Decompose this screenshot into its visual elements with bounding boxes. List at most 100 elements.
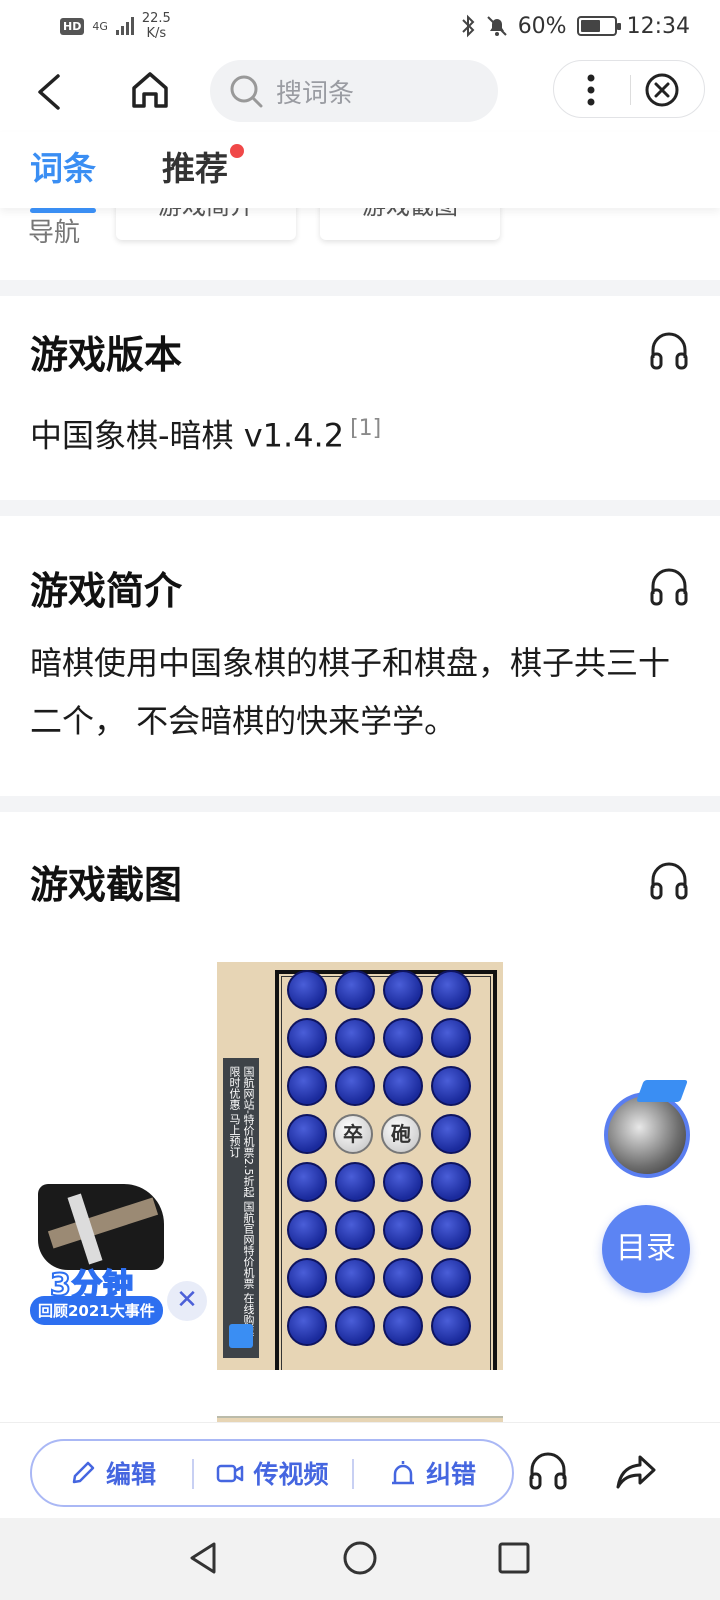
hidden-piece: [287, 1018, 327, 1058]
hidden-piece: [431, 1258, 471, 1298]
hidden-piece: [431, 1306, 471, 1346]
nav-back-icon[interactable]: [184, 1538, 224, 1578]
search-input[interactable]: 搜词条: [210, 60, 498, 122]
network-type: 4G: [92, 19, 108, 33]
upload-video-label: 传视频: [253, 1460, 329, 1489]
edit-label: 编辑: [105, 1460, 156, 1489]
pencil-icon: [72, 1461, 95, 1484]
action-pill: 编辑 传视频 纠错: [30, 1439, 514, 1507]
hidden-piece: [335, 1162, 375, 1202]
version-text-wrap: 中国象棋-暗棋 v1.4.2 [1]: [30, 400, 680, 465]
edit-button[interactable]: 编辑: [32, 1455, 192, 1491]
capsule-divider: [630, 75, 631, 105]
share-icon[interactable]: [614, 1449, 658, 1493]
guide-chip-intro[interactable]: 游戏简介: [116, 208, 296, 240]
home-icon[interactable]: [128, 68, 172, 112]
screenshot-ad-text: 国航网站-特价机票2.5折起 国航官网特价机票 在线购票 限时优惠 马上预订: [228, 1066, 255, 1337]
hidden-piece: [431, 1018, 471, 1058]
version-text: 中国象棋-暗棋 v1.4.2: [30, 416, 345, 455]
bluetooth-icon: [461, 14, 475, 38]
hidden-piece: [431, 1162, 471, 1202]
hidden-piece: [383, 970, 423, 1010]
screenshot-ad-banner: 国航网站-特价机票2.5折起 国航官网特价机票 在线购票 限时优惠 马上预订: [223, 1058, 259, 1358]
hidden-piece: [383, 1018, 423, 1058]
hidden-piece: [287, 1066, 327, 1106]
guide-row: 导航 游戏简介 游戏截图: [0, 208, 720, 280]
hidden-piece: [335, 1306, 375, 1346]
hidden-piece: [383, 1258, 423, 1298]
system-nav-bar: [0, 1518, 720, 1600]
status-right: 60% 12:34: [460, 14, 690, 39]
revealed-piece: 砲: [381, 1114, 421, 1154]
speed-unit: K/s: [146, 26, 167, 41]
headphones-icon[interactable]: [648, 330, 690, 372]
hidden-piece: [287, 1306, 327, 1346]
toc-button[interactable]: 目录: [602, 1205, 690, 1293]
section-title: 游戏版本: [30, 333, 183, 377]
headphones-icon[interactable]: [648, 566, 690, 608]
promo-close-button[interactable]: ✕: [167, 1281, 207, 1321]
back-arrow-icon[interactable]: [28, 70, 72, 114]
clock: 12:34: [626, 13, 690, 39]
headphones-icon[interactable]: [648, 860, 690, 902]
report-error-button[interactable]: 纠错: [352, 1455, 512, 1491]
alarm-icon: [391, 1461, 414, 1485]
tab-bar: 词条 推荐: [0, 132, 720, 213]
hidden-piece: [431, 970, 471, 1010]
speed-value: 22.5: [141, 11, 171, 26]
tab-recommend-label: 推荐: [162, 149, 228, 188]
hidden-piece: [287, 1114, 327, 1154]
promo-float[interactable]: 3分钟 回顾2021大事件: [30, 1184, 170, 1325]
section-gap: [0, 280, 720, 296]
listen-headphones-icon[interactable]: [526, 1449, 570, 1493]
hidden-piece: [287, 970, 327, 1010]
bottom-action-bar: 编辑 传视频 纠错: [0, 1422, 720, 1518]
reference-link[interactable]: [1]: [350, 416, 381, 441]
hidden-piece: [431, 1210, 471, 1250]
network-speed: 22.5 K/s: [142, 11, 171, 41]
close-circle-icon[interactable]: [644, 72, 680, 108]
upload-video-button[interactable]: 传视频: [192, 1455, 352, 1491]
hidden-piece: [335, 970, 375, 1010]
hd-badge: HD: [60, 17, 85, 35]
revealed-piece: 卒: [333, 1114, 373, 1154]
active-tab-indicator: [30, 208, 96, 213]
space-station-image: [38, 1184, 164, 1270]
section-intro: 游戏简介 暗棋使用中国象棋的棋子和棋盘，棋子共三十二个， 不会暗棋的快来学学。: [0, 516, 720, 796]
hidden-piece: [383, 1066, 423, 1106]
section-gap: [0, 796, 720, 812]
hidden-piece: [335, 1066, 375, 1106]
graduation-cap-icon: [635, 1080, 689, 1102]
hidden-piece: [335, 1018, 375, 1058]
battery-icon: [576, 16, 621, 36]
signal-icon: [115, 17, 134, 35]
tab-recommend[interactable]: 推荐: [162, 142, 244, 190]
hidden-piece: [431, 1114, 471, 1154]
search-placeholder: 搜词条: [276, 78, 355, 109]
section-title: 游戏简介: [30, 569, 183, 613]
intro-text: 暗棋使用中国象棋的棋子和棋盘，棋子共三十二个， 不会暗棋的快来学学。: [30, 644, 671, 740]
notification-dot: [230, 144, 244, 158]
hidden-piece: [335, 1210, 375, 1250]
mute-bell-icon: [486, 16, 507, 36]
status-left: HD 4G 22.5 K/s: [60, 11, 171, 41]
hidden-piece: [383, 1306, 423, 1346]
nav-home-icon[interactable]: [340, 1538, 380, 1578]
hidden-piece: [287, 1162, 327, 1202]
assistant-avatar[interactable]: [604, 1092, 690, 1178]
more-dots-icon[interactable]: [576, 73, 606, 107]
battery-percent: 60%: [517, 13, 567, 39]
nav-recents-icon[interactable]: [494, 1538, 534, 1578]
top-nav: 搜词条: [0, 52, 720, 132]
promo-subtitle: 回顾2021大事件: [30, 1296, 163, 1325]
hidden-piece: [383, 1162, 423, 1202]
game-screenshot[interactable]: 国航网站-特价机票2.5折起 国航官网特价机票 在线购票 限时优惠 马上预订 卒…: [217, 962, 503, 1370]
guide-label: 导航: [28, 218, 81, 248]
hidden-piece: [335, 1258, 375, 1298]
hidden-piece: [383, 1210, 423, 1250]
guide-chip-screenshots[interactable]: 游戏截图: [320, 208, 500, 240]
hidden-piece: [431, 1066, 471, 1106]
report-error-label: 纠错: [425, 1460, 476, 1489]
tab-entry[interactable]: 词条: [30, 142, 96, 213]
capsule-menu: [553, 60, 705, 118]
